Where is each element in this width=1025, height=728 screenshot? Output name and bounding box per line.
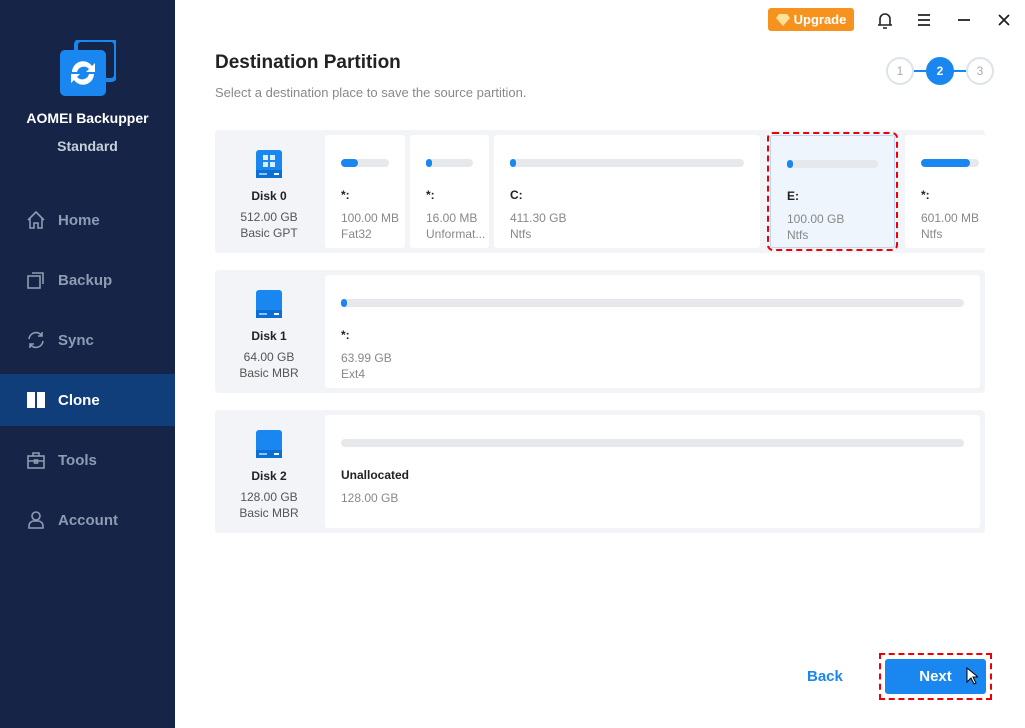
usage-fill <box>921 159 971 167</box>
partition-size: 100.00 MB <box>341 211 400 225</box>
sidebar: AOMEI Backupper Standard Home Backup Syn… <box>0 0 175 728</box>
partition-label: *: <box>341 328 350 342</box>
sidebar-item-home[interactable]: Home <box>0 194 175 246</box>
disk-row: Disk 2 128.00 GB Basic MBR Unallocated 12… <box>215 410 985 533</box>
usage-fill <box>426 159 432 167</box>
disk-type: Basic MBR <box>239 366 299 380</box>
account-icon <box>28 511 44 529</box>
partition-card[interactable]: Unallocated 128.00 GB <box>325 415 980 528</box>
partition-fs: Unformat... <box>426 227 486 241</box>
tools-icon <box>27 452 45 469</box>
step-2: 2 <box>926 57 954 85</box>
close-icon[interactable] <box>994 10 1014 30</box>
disk-drive-icon <box>256 150 282 178</box>
disk-type: Basic GPT <box>240 226 298 240</box>
sidebar-item-label: Backup <box>58 271 113 289</box>
disk-info: Disk 2 128.00 GB Basic MBR <box>215 410 323 533</box>
usage-bar <box>510 159 744 167</box>
sidebar-item-tools[interactable]: Tools <box>0 434 175 486</box>
disk-name: Disk 2 <box>251 469 287 483</box>
usage-bar <box>341 299 964 307</box>
usage-fill <box>341 299 348 307</box>
partition-size: 63.99 GB <box>341 351 392 365</box>
step-3: 3 <box>966 57 994 85</box>
menu-icon[interactable] <box>914 10 934 30</box>
diamond-icon <box>775 13 790 26</box>
partition-fs: Ntfs <box>921 227 943 241</box>
home-icon <box>27 210 45 229</box>
step-1: 1 <box>886 57 914 85</box>
disk-row: Disk 0 512.00 GB Basic GPT *: 100.00 MB Fa… <box>215 130 985 253</box>
disk-info: Disk 1 64.00 GB Basic MBR <box>215 270 323 393</box>
partition-card[interactable]: E: 100.00 GB Ntfs <box>767 132 898 251</box>
disk-size: 512.00 GB <box>240 210 298 224</box>
upgrade-label: Upgrade <box>793 12 847 27</box>
page-title: Destination Partition <box>215 52 401 73</box>
mouse-cursor-icon <box>966 667 978 685</box>
disk-drive-icon <box>256 290 282 318</box>
sidebar-item-label: Clone <box>58 391 100 409</box>
app-edition: Standard <box>57 138 118 154</box>
partition-size: 16.00 MB <box>426 211 478 225</box>
disk-name: Disk 1 <box>251 329 287 343</box>
app-name: AOMEI Backupper <box>26 110 149 126</box>
aomei-logo-icon <box>60 40 116 96</box>
partition-fs: Ntfs <box>510 227 532 241</box>
sidebar-item-backup[interactable]: Backup <box>0 254 175 306</box>
step-connector <box>913 70 927 72</box>
step-connector <box>953 70 967 72</box>
sidebar-item-clone[interactable]: Clone <box>0 374 175 426</box>
partition-label: *: <box>426 188 435 202</box>
partition-card[interactable]: *: 16.00 MB Unformat... <box>410 135 489 248</box>
partition-card[interactable]: C: 411.30 GB Ntfs <box>494 135 760 248</box>
disk-info: Disk 0 512.00 GB Basic GPT <box>215 130 323 253</box>
partition-label: *: <box>341 188 350 202</box>
partition-size: 601.00 MB <box>921 211 980 225</box>
usage-fill <box>510 159 516 167</box>
partition-label: Unallocated <box>341 468 410 482</box>
usage-bar <box>921 159 979 167</box>
usage-bar <box>787 160 878 168</box>
clone-icon <box>27 392 45 408</box>
usage-bar <box>426 159 473 167</box>
sidebar-item-label: Home <box>58 211 100 229</box>
usage-fill <box>787 160 793 168</box>
disk-type: Basic MBR <box>239 506 299 520</box>
page-subtitle: Select a destination place to save the s… <box>215 85 527 100</box>
partition-card[interactable]: *: 100.00 MB Fat32 <box>325 135 405 248</box>
partition-card[interactable]: *: 601.00 MB Ntfs <box>905 135 985 248</box>
backup-icon <box>27 272 44 289</box>
sidebar-item-sync[interactable]: Sync <box>0 314 175 366</box>
disk-row: Disk 1 64.00 GB Basic MBR *: 63.99 GB Ext4 <box>215 270 985 393</box>
partition-label: *: <box>921 188 930 202</box>
partition-card[interactable]: *: 63.99 GB Ext4 <box>325 275 980 388</box>
partition-size: 100.00 GB <box>787 212 845 226</box>
partition-size: 411.30 GB <box>510 211 567 225</box>
partition-label: C: <box>510 188 523 202</box>
usage-fill <box>341 159 358 167</box>
sidebar-item-label: Sync <box>58 331 94 349</box>
sidebar-item-label: Account <box>58 511 118 529</box>
partition-fs: Ext4 <box>341 367 366 381</box>
usage-bar <box>341 439 964 447</box>
partition-size: 128.00 GB <box>341 491 399 505</box>
bell-icon[interactable] <box>875 10 895 30</box>
partition-fs: Fat32 <box>341 227 372 241</box>
disk-size: 64.00 GB <box>243 350 295 364</box>
disk-size: 128.00 GB <box>240 490 298 504</box>
sidebar-item-label: Tools <box>58 451 97 469</box>
partition-fs: Ntfs <box>787 228 809 242</box>
sync-icon <box>28 331 44 349</box>
partition-label: E: <box>787 189 799 203</box>
disk-name: Disk 0 <box>251 189 287 203</box>
sidebar-item-account[interactable]: Account <box>0 494 175 546</box>
back-button[interactable]: Back <box>807 668 843 685</box>
upgrade-button[interactable]: Upgrade <box>768 8 854 31</box>
disk-drive-icon <box>256 430 282 458</box>
minimize-icon[interactable] <box>954 10 974 30</box>
usage-bar <box>341 159 389 167</box>
